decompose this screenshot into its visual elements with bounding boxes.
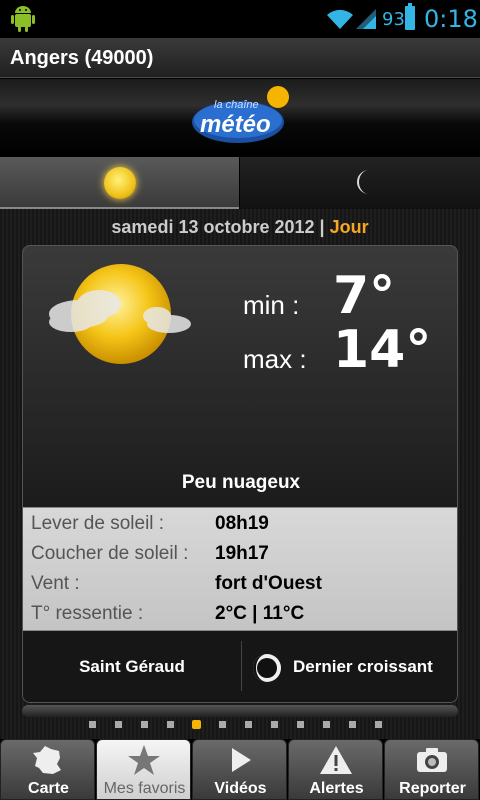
page-dot[interactable] [219, 721, 226, 728]
page-dot[interactable] [167, 721, 174, 728]
detail-label: T° ressentie : [31, 603, 144, 624]
forecast-period: Jour [329, 217, 369, 237]
logo-band: la chaîne météo [0, 79, 480, 154]
detail-value: 2°C | 11°C [215, 603, 305, 624]
nav-mes-favoris[interactable]: Mes favoris [96, 739, 191, 800]
title-bar: Angers (49000) [0, 38, 480, 78]
date-separator: | [314, 217, 330, 237]
forecast-date: samedi 13 octobre 2012 [111, 217, 315, 237]
warning-icon [320, 746, 352, 774]
logo-line1: la chaîne [214, 99, 259, 111]
detail-label: Vent : [31, 573, 80, 594]
day-night-tabs [0, 157, 480, 209]
nav-label: Alertes [309, 780, 364, 797]
clock: 0:18 [424, 5, 478, 33]
page-dot-active[interactable] [192, 720, 201, 729]
nav-label: Vidéos [214, 780, 267, 797]
la-chaine-meteo-logo: la chaîne météo [192, 86, 289, 143]
moon-phase-icon [253, 654, 281, 682]
detail-label: Lever de soleil : [31, 513, 165, 534]
detail-label: Coucher de soleil : [31, 543, 189, 564]
logo-line2: météo [200, 111, 271, 138]
page-dot[interactable] [89, 721, 96, 728]
nav-carte[interactable]: Carte [0, 739, 95, 800]
tab-night[interactable] [240, 157, 480, 209]
sun-cloud-icon [49, 264, 191, 364]
city-title: Angers (49000) [10, 47, 154, 69]
max-label: max : [243, 344, 307, 374]
divider [241, 641, 242, 691]
forecast-area: samedi 13 octobre 2012 | Jour min : 7° m [0, 209, 480, 739]
page-dot[interactable] [245, 721, 252, 728]
max-temperature: 14° [333, 320, 432, 380]
detail-row-feels-like: T° ressentie : 2°C | 11°C [23, 600, 457, 630]
detail-row-sunrise: Lever de soleil : 08h19 [23, 510, 457, 540]
page-dot[interactable] [141, 721, 148, 728]
date-line: samedi 13 octobre 2012 | Jour [0, 217, 480, 238]
saint-moon-bar: Saint Géraud Dernier croissant [23, 631, 457, 702]
nav-reporter[interactable]: Reporter [384, 739, 479, 800]
detail-value: 08h19 [215, 513, 269, 534]
wifi-icon [327, 9, 353, 29]
weather-condition: Peu nuageux [181, 472, 301, 493]
detail-value: fort d'Ouest [215, 573, 322, 594]
details-panel: Lever de soleil : 08h19 Coucher de solei… [23, 507, 457, 631]
nav-label: Mes favoris [103, 780, 186, 797]
play-icon [232, 748, 251, 772]
battery-percentage: 93 [382, 9, 405, 30]
bottom-nav: Carte Mes favoris Vidéos Alertes Reporte… [0, 739, 480, 800]
forecast-card[interactable]: min : 7° max : 14° Peu nuageux Lever de … [22, 245, 458, 703]
nav-videos[interactable]: Vidéos [192, 739, 287, 800]
page-dot[interactable] [323, 721, 330, 728]
tab-day[interactable] [0, 157, 239, 209]
france-map-icon [33, 746, 61, 774]
sun-icon [104, 167, 136, 199]
min-temperature: 7° [333, 266, 396, 326]
moon-icon [357, 170, 369, 194]
page-dot[interactable] [349, 721, 356, 728]
page-dot[interactable] [271, 721, 278, 728]
camera-icon [417, 748, 447, 772]
status-bar: 93 0:18 [0, 0, 480, 38]
star-icon [128, 745, 160, 775]
nav-alertes[interactable]: Alertes [288, 739, 383, 800]
page-dot[interactable] [297, 721, 304, 728]
detail-row-sunset: Coucher de soleil : 19h17 [23, 540, 457, 570]
min-label: min : [243, 290, 300, 320]
moon-phase-label: Dernier croissant [293, 657, 433, 676]
detail-row-wind: Vent : fort d'Ouest [23, 570, 457, 600]
signal-icon [356, 9, 376, 29]
saint-of-day: Saint Géraud [79, 657, 185, 676]
page-dot[interactable] [375, 721, 382, 728]
nav-label: Carte [28, 780, 69, 797]
battery-icon [405, 3, 415, 30]
page-indicator [0, 720, 480, 731]
detail-value: 19h17 [215, 543, 269, 564]
android-icon [11, 6, 35, 32]
pager-bar [22, 705, 458, 717]
nav-label: Reporter [399, 780, 466, 797]
page-dot[interactable] [115, 721, 122, 728]
